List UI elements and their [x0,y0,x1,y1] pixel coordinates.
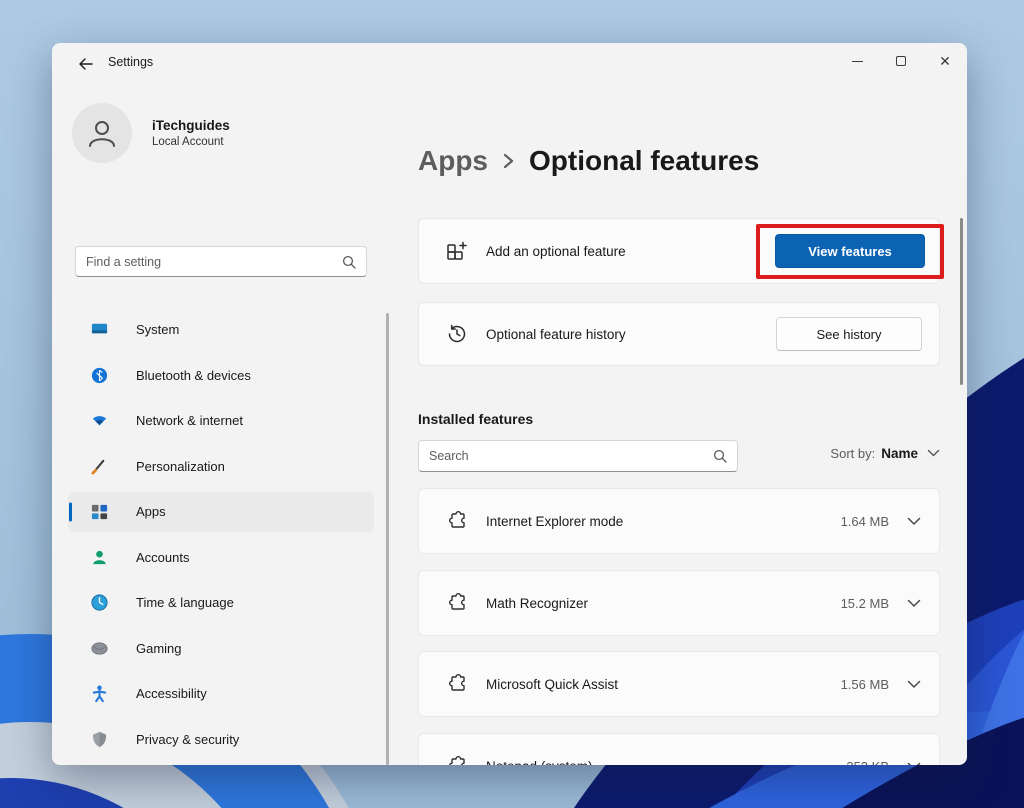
search-icon [342,255,356,269]
sort-label: Sort by: [830,446,875,461]
page-title: Optional features [529,145,759,177]
sort-value: Name [881,446,918,461]
feature-row-internet-explorer-mode[interactable]: Internet Explorer mode 1.64 MB [418,488,940,554]
back-button[interactable] [70,51,100,77]
shield-icon [90,730,109,749]
back-arrow-icon [78,58,93,70]
sidebar-nav: System Bluetooth & devices Network & int… [68,307,374,765]
minimize-icon [852,61,863,62]
expand-chevron-icon[interactable] [907,762,921,766]
feature-history-card: Optional feature history See history [418,302,940,366]
brush-icon [90,457,109,476]
sidebar-item-apps[interactable]: Apps [68,492,374,532]
settings-window: Settings ✕ iTechguides Local Account [52,43,967,765]
sort-dropdown[interactable]: Sort by: Name [830,446,940,461]
titlebar: Settings ✕ [52,43,967,83]
add-feature-icon [445,239,469,263]
sidebar-item-bluetooth[interactable]: Bluetooth & devices [68,353,374,399]
features-search-input[interactable] [429,449,713,463]
feature-size: 352 KB [846,759,889,766]
feature-size: 1.56 MB [841,677,889,692]
installed-search-row: Sort by: Name [418,440,940,472]
minimize-button[interactable] [835,43,879,79]
view-features-button[interactable]: View features [775,234,925,268]
puzzle-icon [445,672,469,696]
avatar [72,103,132,163]
accessibility-icon [90,684,109,703]
system-icon [90,320,109,339]
highlight-box: View features [756,224,944,279]
feature-size: 1.64 MB [841,514,889,529]
account-row[interactable]: iTechguides Local Account [72,103,230,163]
history-icon [445,322,469,346]
sidebar-item-accessibility[interactable]: Accessibility [68,671,374,717]
puzzle-icon [445,509,469,533]
window-title: Settings [108,55,153,69]
sidebar-item-privacy[interactable]: Privacy & security [68,717,374,763]
puzzle-icon [445,591,469,615]
see-history-button[interactable]: See history [776,317,922,351]
add-feature-label: Add an optional feature [486,244,626,259]
wifi-icon [90,411,109,430]
feature-size: 15.2 MB [841,596,889,611]
sidebar-item-system[interactable]: System [68,307,374,353]
person-icon [85,116,119,150]
main-content: Apps Optional features Add an optional f… [418,83,967,765]
expand-chevron-icon[interactable] [907,599,921,608]
sidebar-scrollbar[interactable] [386,313,389,765]
sidebar-item-windows-update[interactable]: Windows Update [68,762,374,765]
accounts-icon [90,548,109,567]
puzzle-icon [445,754,469,765]
sidebar-item-gaming[interactable]: Gaming [68,626,374,672]
feature-row-math-recognizer[interactable]: Math Recognizer 15.2 MB [418,570,940,636]
gamepad-icon [90,639,109,658]
breadcrumb: Apps Optional features [418,145,759,177]
features-search-box [418,440,738,472]
chevron-right-icon [502,151,515,171]
sidebar-item-accounts[interactable]: Accounts [68,535,374,581]
account-name: iTechguides [152,118,230,133]
bluetooth-icon [90,366,109,385]
account-type: Local Account [152,136,230,148]
feature-row-microsoft-quick-assist[interactable]: Microsoft Quick Assist 1.56 MB [418,651,940,717]
add-optional-feature-card: Add an optional feature View features [418,218,940,284]
maximize-icon [896,56,906,66]
breadcrumb-apps[interactable]: Apps [418,145,488,177]
sidebar-item-time-language[interactable]: Time & language [68,580,374,626]
close-icon: ✕ [939,54,951,68]
expand-chevron-icon[interactable] [907,680,921,689]
feature-row-notepad-system[interactable]: Notepad (system) 352 KB [418,733,940,765]
close-button[interactable]: ✕ [923,43,967,79]
installed-features-heading: Installed features [418,411,533,427]
settings-search-box [75,246,367,277]
sidebar: iTechguides Local Account System Bluetoo… [52,83,404,765]
expand-chevron-icon[interactable] [907,517,921,526]
clock-globe-icon [90,593,109,612]
sidebar-item-network[interactable]: Network & internet [68,398,374,444]
search-icon [713,449,727,463]
sidebar-item-personalization[interactable]: Personalization [68,444,374,490]
feature-history-label: Optional feature history [486,327,626,342]
maximize-button[interactable] [879,43,923,79]
content-scrollbar[interactable] [960,218,963,385]
apps-icon [90,502,109,521]
chevron-down-icon [927,449,940,458]
settings-search-input[interactable] [86,255,342,269]
